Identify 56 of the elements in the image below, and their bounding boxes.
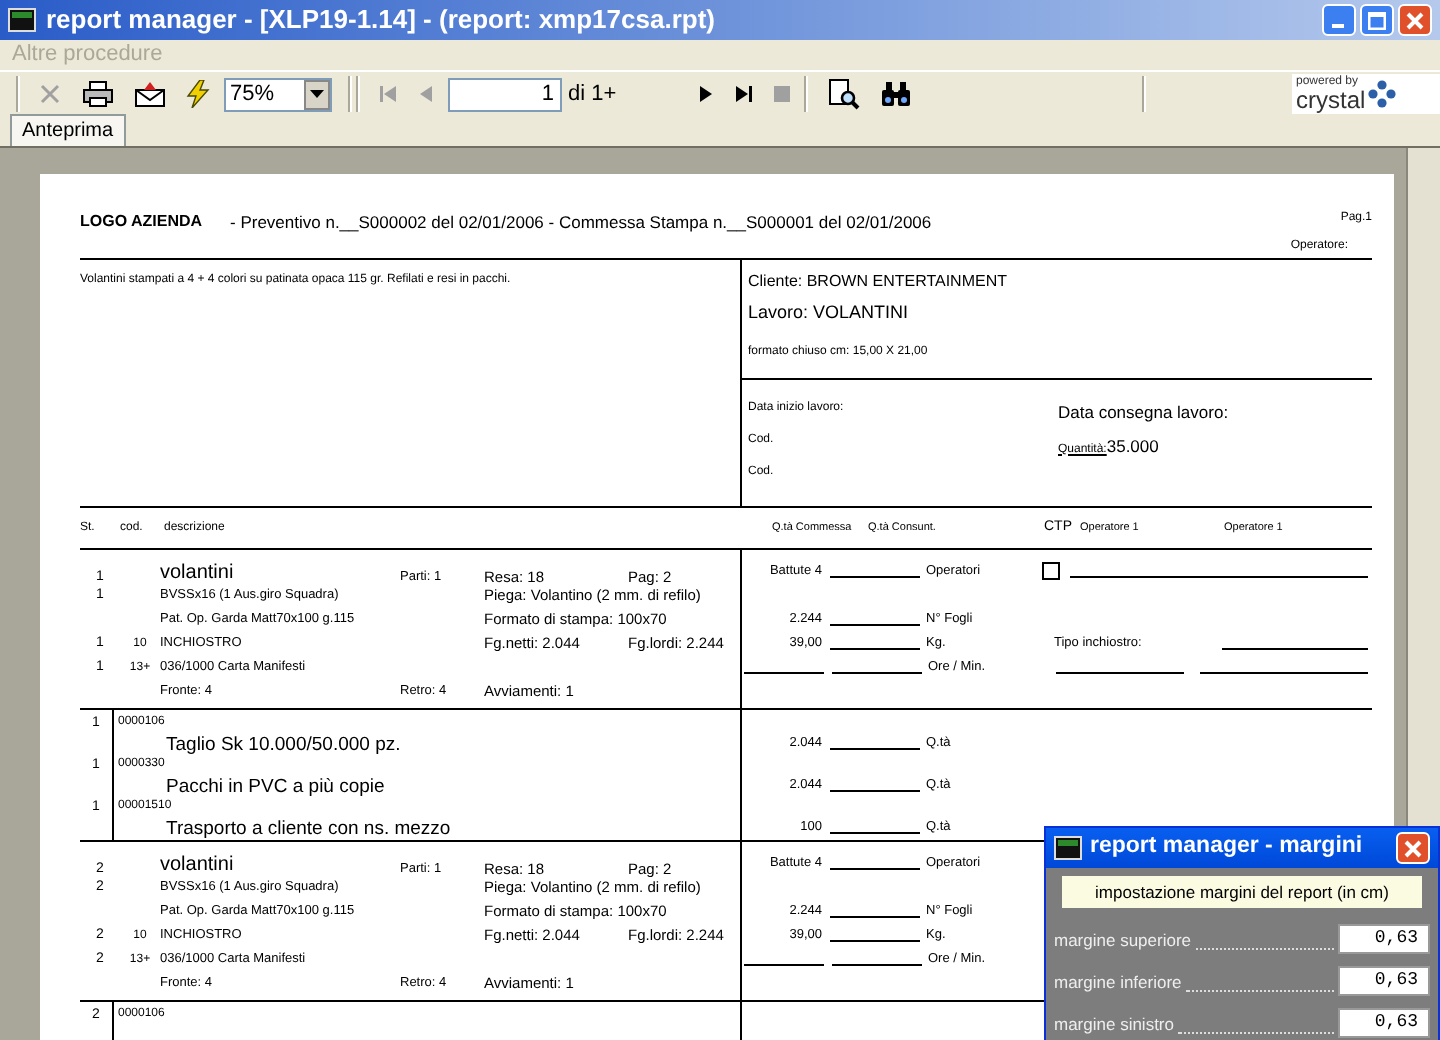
next-icon[interactable] (698, 84, 714, 104)
tab[interactable]: Anteprima (10, 114, 126, 146)
dots-icon (1367, 80, 1396, 108)
app-icon (1054, 836, 1082, 860)
page-field[interactable]: 1 (448, 77, 562, 111)
delivery-date-label: Data consegna lavoro: (1058, 400, 1229, 426)
fill-in-line (830, 576, 920, 578)
fill-in-line (1056, 672, 1184, 674)
logo-text: crystal (1296, 88, 1366, 112)
minimize-button[interactable] (1322, 4, 1356, 36)
job-name: Lavoro: VOLANTINI (748, 300, 911, 326)
margin-field[interactable]: 0,63 (1338, 924, 1430, 954)
zoom-select[interactable]: 75% (224, 77, 332, 111)
close-button[interactable] (1398, 4, 1432, 36)
margin-label: margine sinistro (1054, 1012, 1174, 1038)
quantity-value: 35.000 (1106, 433, 1159, 459)
dialog-title: report manager - margini (1090, 832, 1365, 863)
operation-description: Taglio Sk 10.000/50.000 pz. (164, 732, 401, 760)
binoculars-icon[interactable] (880, 80, 912, 108)
close-icon (1406, 11, 1424, 29)
dialog-caption: impostazione margini del report (in cm) (1062, 876, 1422, 908)
close-icon (1404, 839, 1422, 857)
fill-in-line (830, 790, 920, 792)
printer-icon[interactable] (82, 80, 114, 108)
margin-label: margine superiore (1054, 928, 1192, 954)
product-name: volantini (160, 560, 236, 588)
magnifier-document-icon[interactable] (828, 78, 860, 110)
caret-icon (310, 90, 324, 98)
maximize-icon (1368, 11, 1386, 29)
fill-in-line (832, 964, 922, 966)
fill-in-line (830, 916, 920, 918)
margin-label: margine inferiore (1054, 970, 1182, 996)
operation-description: Trasporto a cliente con ns. mezzo (164, 816, 451, 844)
page-count: di 1+ (568, 79, 619, 110)
product-name: volantini (160, 852, 236, 880)
app-icon (8, 8, 36, 32)
client-name: Cliente: BROWN ENTERTAINMENT (748, 270, 1009, 294)
minimize-icon (1331, 24, 1343, 28)
fill-in-line (830, 624, 920, 626)
company-logo-text: LOGO AZIENDA (80, 210, 205, 234)
fill-in-line (830, 648, 920, 650)
lightning-icon[interactable] (186, 80, 210, 108)
envelope-icon[interactable] (134, 80, 166, 108)
last-page-icon[interactable] (734, 84, 754, 104)
fill-in-line (830, 868, 920, 870)
close-button[interactable] (1396, 832, 1430, 864)
window-title: report manager - [XLP19-1.14] - (report: xmp17csa.rpt) (46, 2, 715, 39)
fill-in-line (830, 748, 920, 750)
margin-field[interactable]: 0,63 (1338, 966, 1430, 996)
fill-in-line (832, 672, 922, 674)
margin-field[interactable]: 0,63 (1338, 1008, 1430, 1038)
fill-in-line (830, 940, 920, 942)
report-title: - Preventivo n.__S000002 del 02/01/2006 - Commessa Stampa n.__S000001 del 02/01/2006 (230, 210, 932, 236)
maximize-button[interactable] (1360, 4, 1394, 36)
operation-description: Pacchi in PVC a più copie (164, 774, 385, 799)
fill-in-line (830, 832, 920, 834)
